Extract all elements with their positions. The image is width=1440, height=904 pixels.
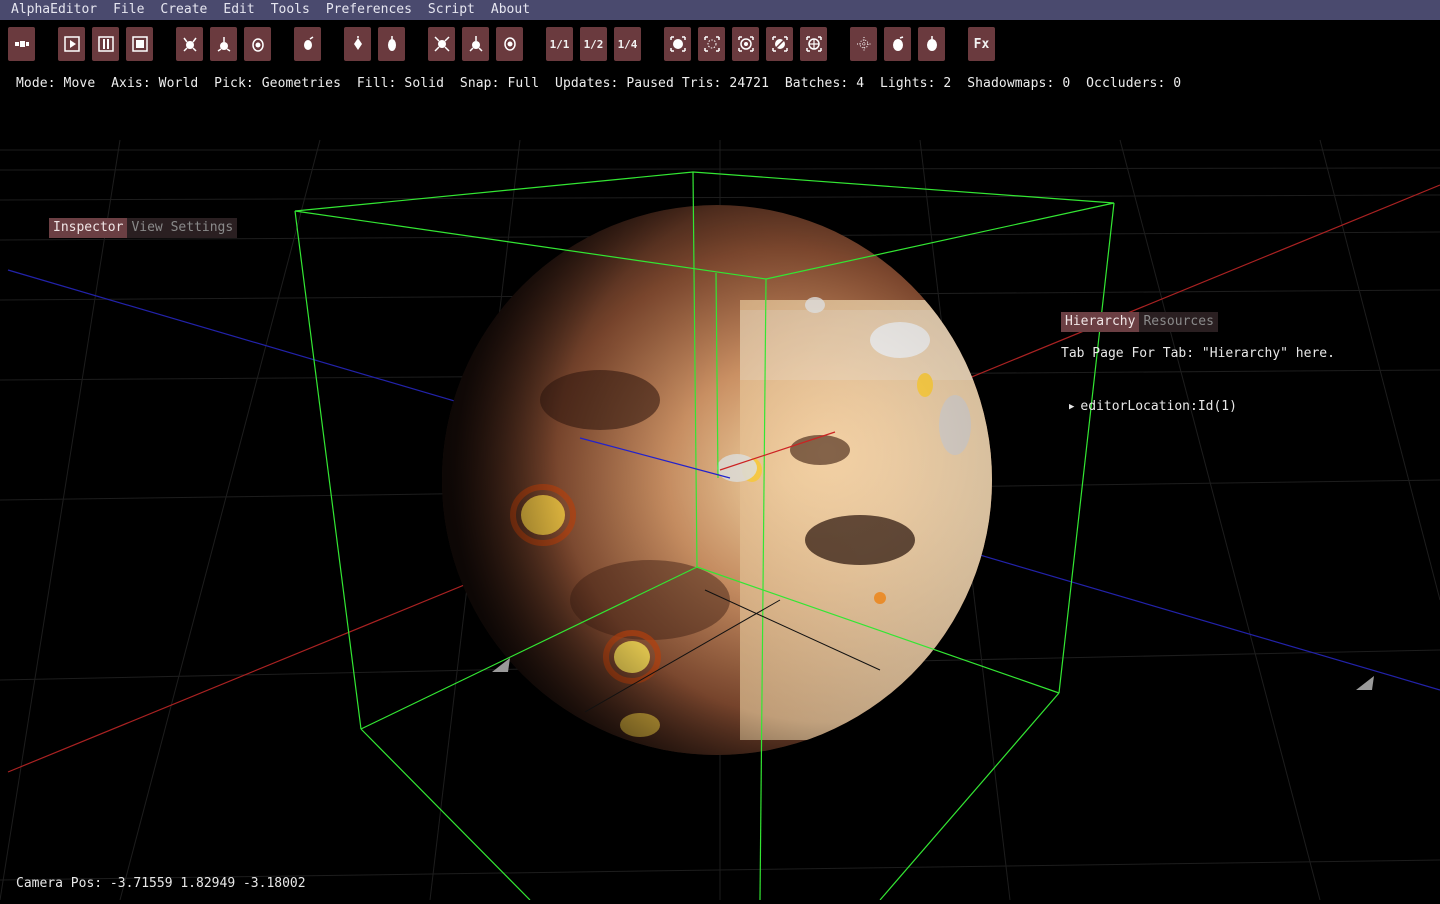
tab-inspector[interactable]: Inspector (49, 218, 128, 238)
status-bar: Mode: Move Axis: World Pick: Geometries … (16, 76, 1182, 91)
pick-button[interactable] (294, 27, 321, 61)
tab-hierarchy[interactable]: Hierarchy (1061, 312, 1140, 332)
menu-about[interactable]: About (483, 0, 538, 20)
fill-points-icon (703, 36, 720, 52)
tab-resources[interactable]: Resources (1139, 312, 1218, 332)
expand-arrow-icon[interactable]: ▶ (1069, 402, 1074, 412)
camera-button[interactable] (378, 27, 405, 61)
rotate-gizmo-button[interactable] (210, 27, 237, 61)
snap-1-icon: 1/1 (549, 37, 570, 51)
tree-item-label: editorLocation:Id(1) (1080, 399, 1237, 414)
play-icon (63, 36, 80, 52)
select-icon (433, 36, 450, 52)
stop-icon (131, 36, 148, 52)
camera-icon (387, 36, 396, 51)
snap-2-button[interactable]: 1/2 (580, 27, 607, 61)
select-2-button[interactable] (462, 27, 489, 61)
tab-view-settings[interactable]: View Settings (127, 218, 238, 238)
move-gizmo-icon (182, 37, 197, 52)
pick-icon (303, 36, 313, 50)
light-button[interactable] (344, 27, 371, 61)
move-gizmo-button[interactable] (176, 27, 203, 61)
select-2-icon (468, 36, 483, 52)
scene-viewport[interactable] (0, 0, 1440, 901)
planet-sphere (442, 205, 992, 755)
select-3-button[interactable] (496, 27, 523, 61)
rotate-gizmo-icon (217, 37, 230, 52)
gizmo-marker-right (1356, 676, 1374, 690)
fx-icon: Fx (973, 36, 990, 52)
tree-item-editor-location[interactable]: ▶ editorLocation:Id(1) (1069, 399, 1237, 414)
fill-solid-icon (669, 36, 686, 52)
menu-tools[interactable]: Tools (263, 0, 318, 20)
scale-gizmo-icon (251, 38, 264, 52)
fill-points-button[interactable] (698, 27, 725, 61)
snap-4-icon: 1/4 (617, 37, 638, 51)
menu-edit[interactable]: Edit (215, 0, 262, 20)
scale-gizmo-button[interactable] (244, 27, 271, 61)
fill-normals-button[interactable] (800, 27, 827, 61)
entity-button[interactable] (8, 27, 35, 61)
fill-wire-icon (737, 36, 754, 52)
sphere-lit-button[interactable] (918, 27, 945, 61)
select-button[interactable] (428, 27, 455, 61)
menu-create[interactable]: Create (152, 0, 215, 20)
menu-script[interactable]: Script (420, 0, 483, 20)
sphere-button[interactable] (884, 27, 911, 61)
menu-alphaeditor[interactable]: AlphaEditor (0, 0, 105, 20)
sphere-icon (892, 36, 903, 51)
stop-button[interactable] (126, 27, 153, 61)
pause-button[interactable] (92, 27, 119, 61)
fill-normals-icon (805, 36, 822, 52)
entity-icon (14, 41, 29, 47)
fill-texture-button[interactable] (766, 27, 793, 61)
hierarchy-tab-content: Tab Page For Tab: "Hierarchy" here. (1061, 346, 1335, 361)
snap-4-button[interactable]: 1/4 (614, 27, 641, 61)
fx-button[interactable]: Fx (968, 27, 995, 61)
menu-file[interactable]: File (105, 0, 152, 20)
pause-icon (97, 36, 114, 52)
camera-position-readout: Camera Pos: -3.71559 1.82949 -3.18002 (16, 876, 306, 891)
fill-solid-button[interactable] (664, 27, 691, 61)
light-icon (353, 36, 362, 50)
play-button[interactable] (58, 27, 85, 61)
sphere-lit-icon (926, 36, 937, 51)
scene-canvas[interactable] (0, 0, 1440, 901)
toolbar: 1/1 1/2 1/4 Fx (0, 27, 1440, 61)
grid-button[interactable] (850, 27, 877, 61)
menu-bar: AlphaEditor File Create Edit Tools Prefe… (0, 0, 1440, 20)
snap-2-icon: 1/2 (583, 37, 604, 51)
hierarchy-panel-tabs: Hierarchy Resources (1061, 312, 1218, 332)
menu-preferences[interactable]: Preferences (318, 0, 420, 20)
snap-1-button[interactable]: 1/1 (546, 27, 573, 61)
fill-texture-icon (771, 36, 788, 52)
select-3-icon (503, 37, 516, 51)
inspector-panel-tabs: Inspector View Settings (49, 218, 238, 238)
fill-wire-button[interactable] (732, 27, 759, 61)
grid-icon (856, 37, 871, 51)
